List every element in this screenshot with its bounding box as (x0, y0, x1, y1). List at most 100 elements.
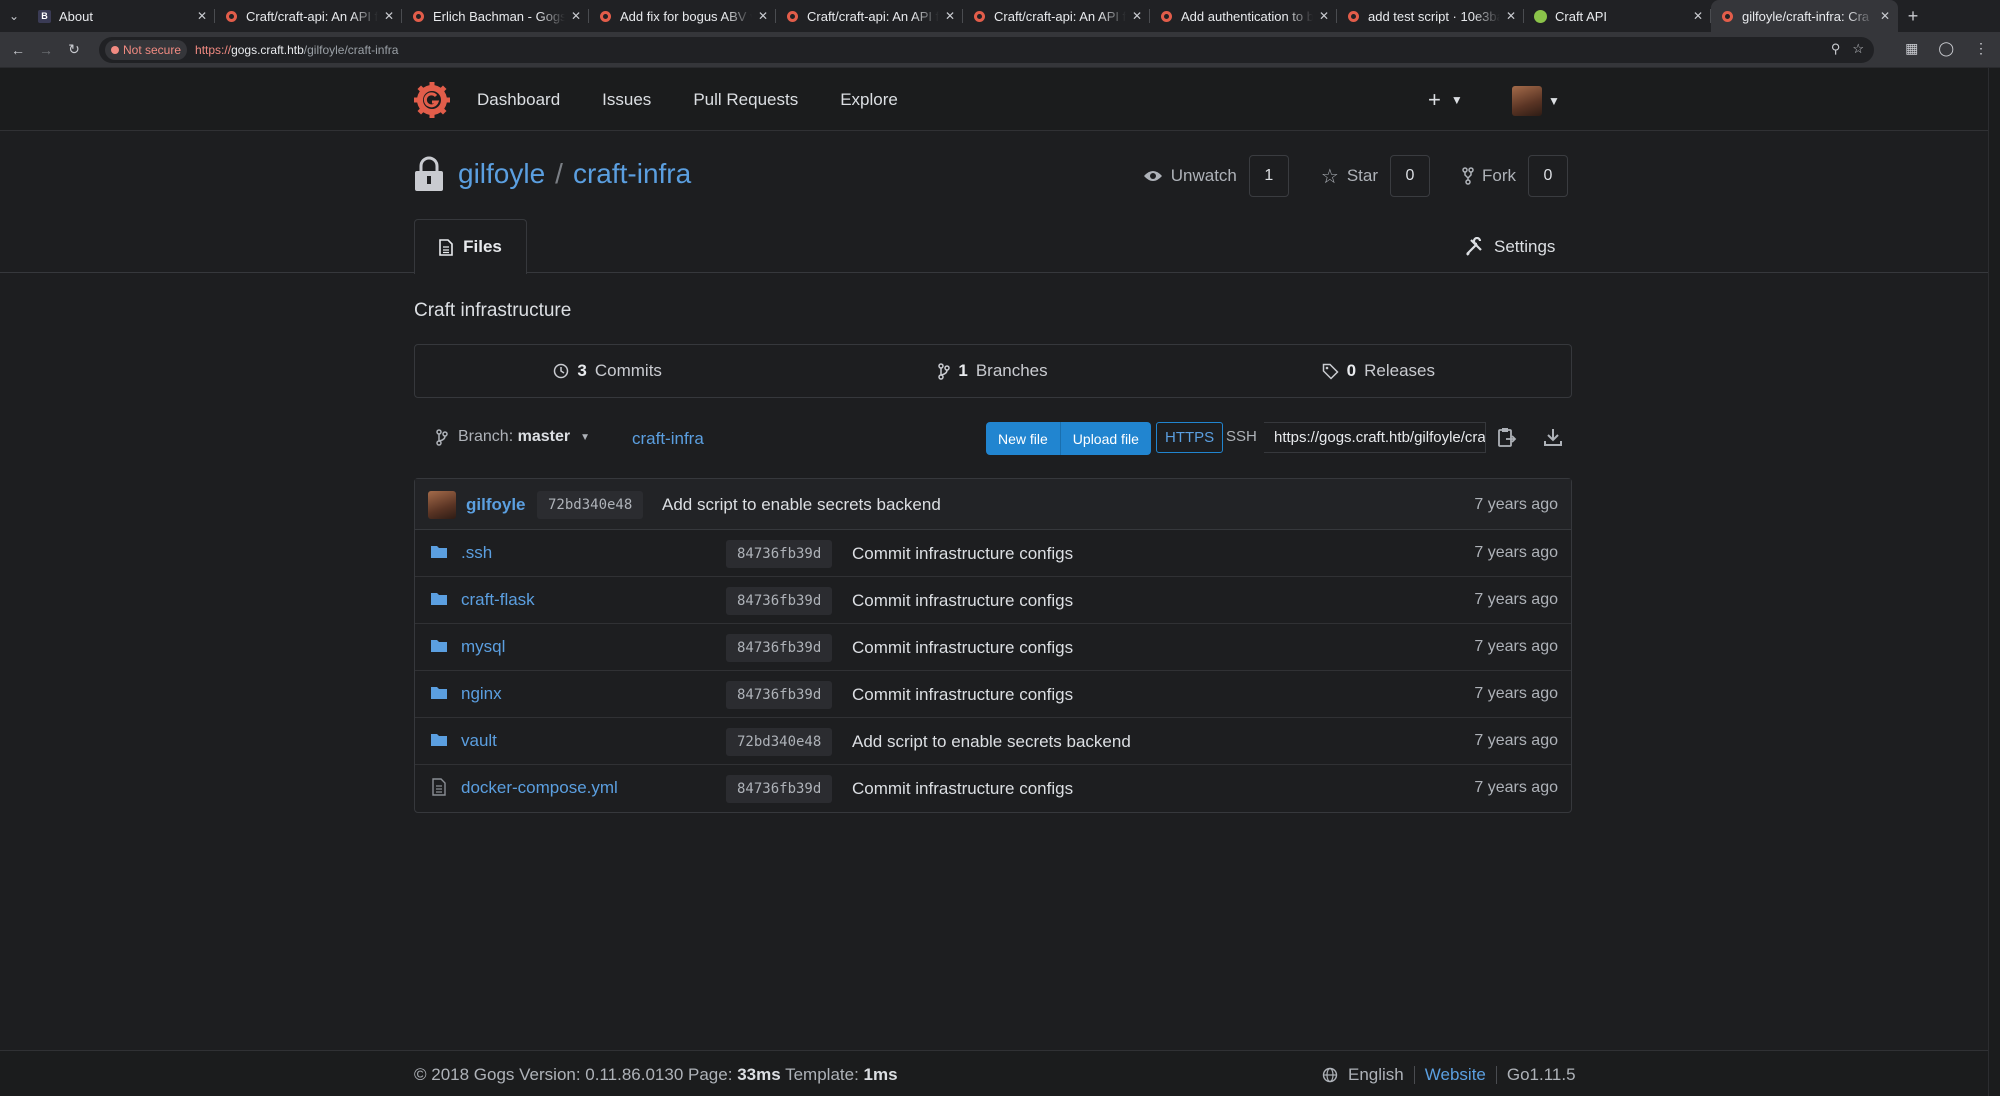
file-table: gilfoyle 72bd340e48 Add script to enable… (414, 478, 1572, 813)
language-selector[interactable]: English (1348, 1065, 1404, 1085)
fork-count[interactable]: 0 (1528, 155, 1568, 197)
commit-author-link[interactable]: gilfoyle (466, 495, 526, 515)
commit-sha-badge[interactable]: 72bd340e48 (537, 491, 644, 519)
browser-tab[interactable]: gilfoyle/craft-infra: Cra ✕ (1711, 0, 1898, 32)
branches-stat[interactable]: 1 Branches (800, 361, 1185, 381)
file-name-link[interactable]: .ssh (461, 543, 492, 563)
branch-dropdown[interactable]: Branch: master ▼ (436, 428, 590, 446)
file-commit-message[interactable]: Commit infrastructure configs (852, 638, 1073, 658)
browser-menu-icon[interactable]: ⋮ (1974, 40, 1988, 57)
file-name-link[interactable]: craft-flask (461, 590, 535, 610)
page-scrollbar[interactable] (1988, 68, 2000, 1096)
close-icon[interactable]: ✕ (1132, 9, 1142, 23)
bookmark-star-icon[interactable]: ☆ (1852, 41, 1864, 57)
clipboard-icon[interactable] (1496, 426, 1518, 448)
watch-count[interactable]: 1 (1248, 155, 1289, 197)
nav-issues[interactable]: Issues (602, 90, 651, 110)
file-commit-sha[interactable]: 72bd340e48 (726, 728, 833, 756)
close-icon[interactable]: ✕ (1693, 9, 1703, 23)
download-icon[interactable] (1542, 426, 1564, 448)
browser-tab[interactable]: Craft/craft-api: An API f ✕ (776, 0, 963, 32)
repo-actions: Unwatch 1 ☆ Star 0 Fork 0 (1131, 155, 1568, 197)
clone-ssh-button[interactable]: SSH (1226, 428, 1257, 445)
close-icon[interactable]: ✕ (197, 9, 207, 23)
star-count[interactable]: 0 (1390, 155, 1430, 197)
globe-icon (1534, 9, 1547, 23)
commit-message[interactable]: Add script to enable secrets backend (662, 495, 941, 515)
close-icon[interactable]: ✕ (571, 9, 581, 23)
close-icon[interactable]: ✕ (1506, 9, 1516, 23)
repo-name-link[interactable]: craft-infra (573, 158, 691, 189)
file-name-link[interactable]: vault (461, 731, 497, 751)
website-link[interactable]: Website (1425, 1065, 1486, 1085)
footer-template-label: Template: (785, 1065, 859, 1084)
close-icon[interactable]: ✕ (1319, 9, 1329, 23)
commit-author-avatar[interactable] (428, 491, 456, 519)
unwatch-button[interactable]: Unwatch (1131, 155, 1249, 197)
file-name-link[interactable]: docker-compose.yml (461, 778, 618, 798)
releases-stat[interactable]: 0 Releases (1186, 361, 1571, 381)
file-commit-sha[interactable]: 84736fb39d (726, 540, 833, 568)
url-protocol: https:// (195, 43, 232, 57)
breadcrumb-repo[interactable]: craft-infra (632, 429, 704, 449)
nav-explore[interactable]: Explore (840, 90, 898, 110)
file-commit-sha[interactable]: 84736fb39d (726, 634, 833, 662)
fork-button[interactable]: Fork (1450, 155, 1528, 197)
browser-tab[interactable]: Craft/craft-api: An API f ✕ (963, 0, 1150, 32)
upload-file-button[interactable]: Upload file (1059, 422, 1151, 455)
browser-tab-strip: ⌄ B About ✕ Craft/craft-api: An API f ✕ Erlic… (0, 0, 2000, 32)
chevron-down-icon[interactable]: ▼ (1548, 94, 1560, 108)
new-tab-button[interactable]: + (1898, 0, 1928, 32)
file-commit-message[interactable]: Commit infrastructure configs (852, 591, 1073, 611)
footer-links: English Website Go1.11.5 (1322, 1065, 1576, 1085)
repo-title-separator: / (555, 158, 563, 189)
gogs-icon (412, 10, 425, 23)
chevron-down-icon: ▼ (1450, 93, 1463, 107)
close-icon[interactable]: ✕ (1880, 9, 1890, 23)
browser-tab[interactable]: Add fix for bogus ABV v ✕ (589, 0, 776, 32)
browser-tab-title: Craft/craft-api: An API f (807, 8, 939, 24)
file-commit-message[interactable]: Commit infrastructure configs (852, 779, 1073, 799)
forward-button[interactable]: → (32, 36, 60, 64)
address-bar[interactable]: Not secure https://gogs.craft.htb/gilfoy… (99, 37, 1874, 63)
file-commit-sha[interactable]: 84736fb39d (726, 681, 833, 709)
file-name-link[interactable]: mysql (461, 637, 505, 657)
file-commit-sha[interactable]: 84736fb39d (726, 775, 833, 803)
user-avatar[interactable] (1512, 86, 1542, 116)
browser-tab[interactable]: Craft/craft-api: An API f ✕ (215, 0, 402, 32)
tab-files[interactable]: Files (414, 219, 527, 274)
clone-url-input[interactable]: https://gogs.craft.htb/gilfoyle/craft-in… (1264, 422, 1486, 453)
commits-stat[interactable]: 3 Commits (415, 361, 800, 381)
file-commit-message[interactable]: Add script to enable secrets backend (852, 732, 1131, 752)
browser-tab[interactable]: Craft API ✕ (1524, 0, 1711, 32)
file-commit-message[interactable]: Commit infrastructure configs (852, 544, 1073, 564)
nav-dashboard[interactable]: Dashboard (477, 90, 560, 110)
nav-pull-requests[interactable]: Pull Requests (693, 90, 798, 110)
tab-files-label: Files (463, 237, 502, 256)
close-icon[interactable]: ✕ (758, 9, 768, 23)
extensions-icon[interactable]: ▦ (1905, 40, 1918, 57)
zoom-icon[interactable]: ⚲ (1831, 41, 1841, 57)
tab-settings[interactable]: Settings (1464, 237, 1555, 257)
browser-tab[interactable]: Add authentication to b ✕ (1150, 0, 1337, 32)
branches-count: 1 (958, 361, 968, 380)
back-button[interactable]: ← (4, 36, 32, 64)
clone-https-button[interactable]: HTTPS (1156, 422, 1224, 453)
browser-tab[interactable]: B About ✕ (28, 0, 215, 32)
repo-owner-link[interactable]: gilfoyle (458, 158, 545, 189)
star-button[interactable]: ☆ Star (1309, 155, 1390, 197)
browser-tab[interactable]: add test script · 10e3ba ✕ (1337, 0, 1524, 32)
close-icon[interactable]: ✕ (945, 9, 955, 23)
tab-search-menu-icon[interactable]: ⌄ (0, 0, 28, 32)
file-commit-message[interactable]: Commit infrastructure configs (852, 685, 1073, 705)
file-commit-sha[interactable]: 84736fb39d (726, 587, 833, 615)
gogs-logo-icon[interactable] (414, 82, 450, 118)
browser-tab[interactable]: Erlich Bachman - Gogs ✕ (402, 0, 589, 32)
security-indicator[interactable]: Not secure (105, 40, 188, 60)
create-new-menu[interactable]: + ▼ (1428, 87, 1463, 113)
profile-icon[interactable]: ◯ (1938, 40, 1954, 57)
new-file-button[interactable]: New file (986, 422, 1060, 455)
file-name-link[interactable]: nginx (461, 684, 502, 704)
reload-button[interactable]: ↻ (60, 36, 88, 64)
close-icon[interactable]: ✕ (384, 9, 394, 23)
